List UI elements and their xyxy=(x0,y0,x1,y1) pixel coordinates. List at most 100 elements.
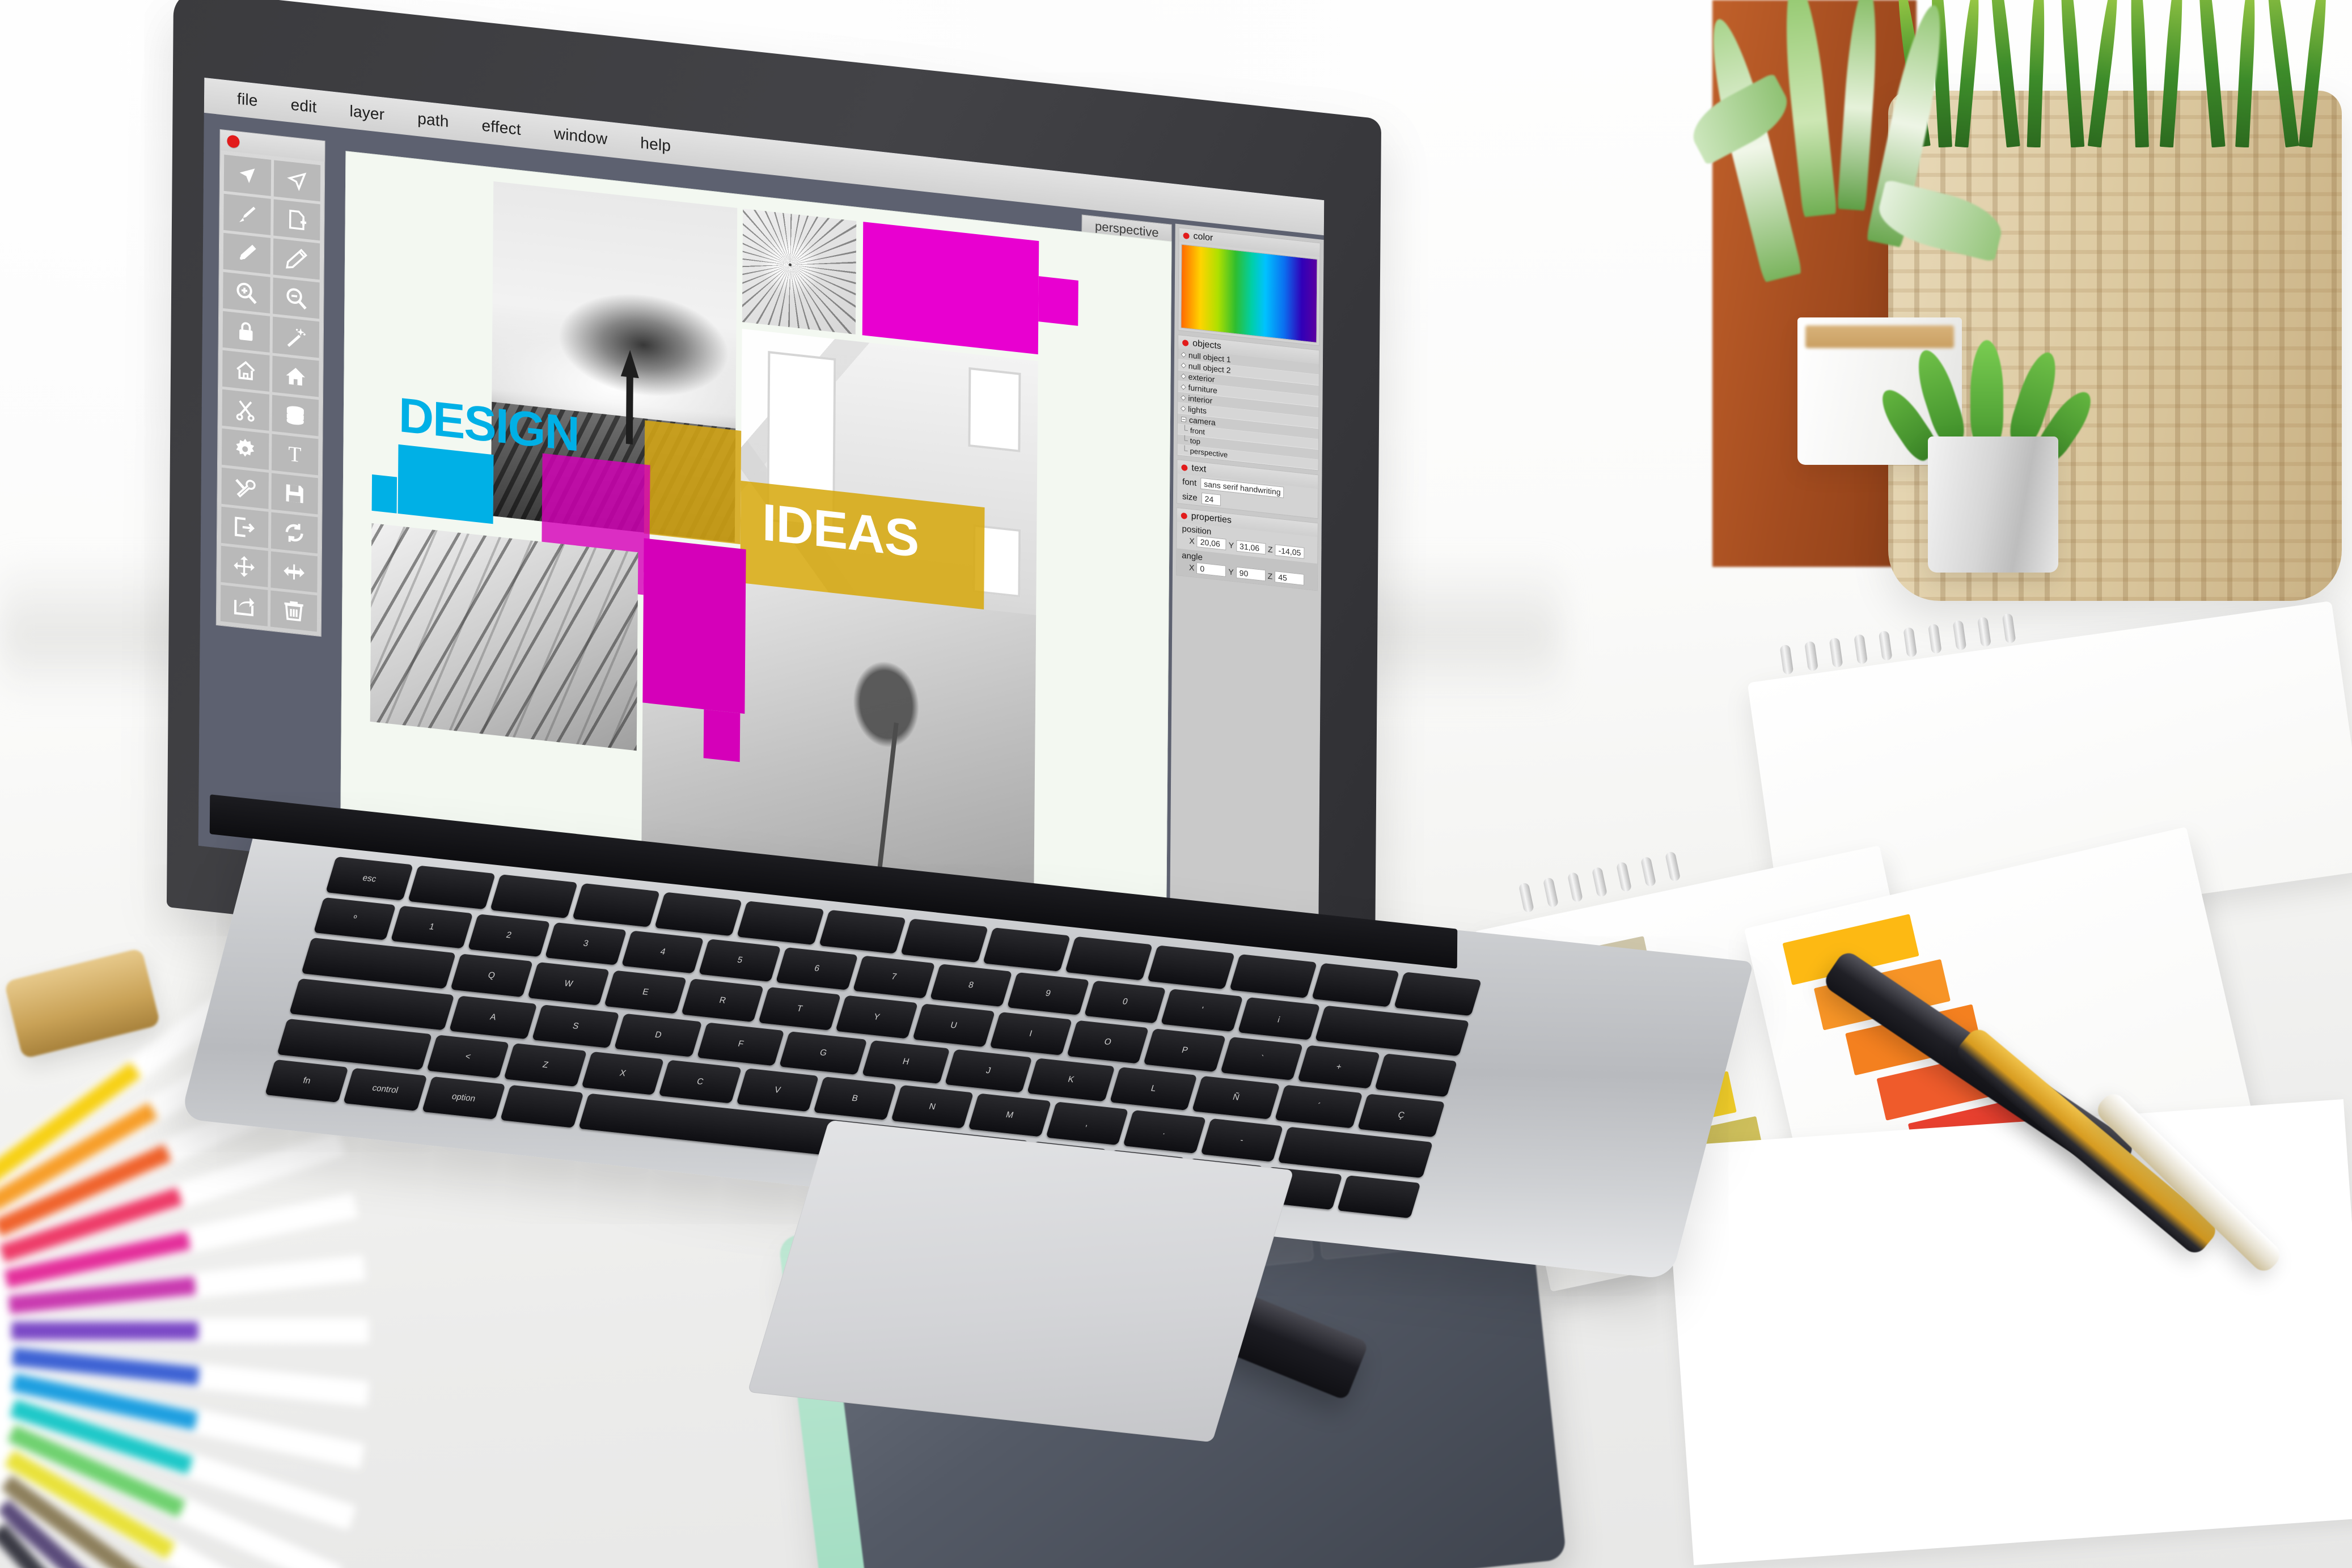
export-icon[interactable] xyxy=(221,506,268,548)
home-filled-icon[interactable] xyxy=(272,355,319,397)
share-icon[interactable] xyxy=(220,584,268,626)
key-n[interactable]: N xyxy=(891,1084,974,1129)
zoom-out-icon[interactable] xyxy=(272,277,320,319)
key-f9[interactable] xyxy=(1065,936,1153,980)
menu-item-effect[interactable]: effect xyxy=(481,116,521,139)
select-arrow-icon[interactable] xyxy=(223,154,271,196)
key-j[interactable]: J xyxy=(944,1049,1033,1093)
key-f8[interactable] xyxy=(983,927,1071,972)
key-apostrophe[interactable]: ' xyxy=(1161,988,1243,1032)
text-tool-icon[interactable]: T xyxy=(271,434,319,476)
key-f11[interactable] xyxy=(1229,954,1318,998)
key-3[interactable]: 3 xyxy=(544,922,627,965)
menu-item-file[interactable]: file xyxy=(237,90,258,110)
close-dot-icon[interactable] xyxy=(227,134,240,149)
key-7[interactable]: 7 xyxy=(852,955,936,999)
key-f10[interactable] xyxy=(1147,945,1236,989)
key-grave[interactable]: ` xyxy=(1220,1037,1304,1080)
resize-horizontal-icon[interactable] xyxy=(270,551,318,593)
key-comma[interactable]: , xyxy=(1046,1101,1129,1145)
expand-bullet-icon[interactable] xyxy=(1181,384,1186,390)
key-5[interactable]: 5 xyxy=(699,938,781,982)
key-f6[interactable] xyxy=(818,909,907,954)
position-z-field[interactable]: -14,05 xyxy=(1275,544,1305,559)
save-floppy-icon[interactable] xyxy=(270,473,318,515)
magenta-rect-large[interactable] xyxy=(862,222,1039,355)
cyan-bar-small[interactable] xyxy=(371,474,397,514)
panel-toggle-dot-icon[interactable] xyxy=(1181,464,1188,471)
key-plus[interactable]: + xyxy=(1297,1045,1381,1088)
key-ccedilla[interactable]: Ç xyxy=(1357,1093,1445,1138)
key-1[interactable]: 1 xyxy=(390,905,473,949)
panel-toggle-dot-icon[interactable] xyxy=(1183,232,1190,239)
zoom-in-icon[interactable] xyxy=(223,272,270,313)
key-q[interactable]: Q xyxy=(450,953,533,997)
expand-bullet-icon[interactable] xyxy=(1181,362,1187,368)
key-f[interactable]: F xyxy=(696,1022,785,1066)
menu-item-edit[interactable]: edit xyxy=(291,96,317,117)
photo-catkin-branch[interactable] xyxy=(370,523,638,751)
trash-icon[interactable] xyxy=(270,590,318,632)
key-6[interactable]: 6 xyxy=(775,947,858,990)
lock-icon[interactable] xyxy=(222,311,270,353)
photo-dandelion[interactable] xyxy=(742,209,857,334)
expand-bullet-icon[interactable] xyxy=(1181,373,1187,379)
key-g[interactable]: G xyxy=(779,1031,868,1075)
key-0[interactable]: 0 xyxy=(1084,980,1167,1024)
move-icon[interactable] xyxy=(221,545,268,587)
key-h[interactable]: H xyxy=(861,1040,950,1084)
key-b[interactable]: B xyxy=(813,1077,896,1120)
menu-item-help[interactable]: help xyxy=(640,134,671,155)
color-spectrum-picker[interactable] xyxy=(1181,244,1318,343)
panel-toggle-dot-icon[interactable] xyxy=(1181,512,1187,519)
cyan-bar-large[interactable] xyxy=(397,444,494,524)
magenta-square-hyacinth[interactable] xyxy=(703,709,741,762)
new-document-icon[interactable] xyxy=(273,199,320,241)
direct-select-arrow-icon[interactable] xyxy=(273,160,321,202)
key-period[interactable]: . xyxy=(1123,1110,1206,1154)
menu-item-path[interactable]: path xyxy=(417,109,449,131)
key-esc[interactable]: esc xyxy=(325,856,413,901)
key-f4[interactable] xyxy=(654,892,742,936)
key-o[interactable]: O xyxy=(1066,1020,1149,1063)
paintbrush-icon[interactable] xyxy=(223,193,271,235)
angle-y-field[interactable]: 90 xyxy=(1236,566,1266,582)
expand-bullet-icon[interactable] xyxy=(1180,405,1186,412)
key-acute[interactable]: ´ xyxy=(1274,1084,1363,1129)
expand-bullet-icon[interactable] xyxy=(1181,351,1187,358)
key-f7[interactable] xyxy=(900,918,989,963)
key-e[interactable]: E xyxy=(604,970,687,1014)
key-k[interactable]: K xyxy=(1027,1057,1115,1102)
key-z[interactable]: Z xyxy=(504,1043,587,1087)
key-inverted-exclamation[interactable]: ¡ xyxy=(1238,997,1321,1040)
marker-pen-icon[interactable] xyxy=(223,232,270,274)
key-x[interactable]: X xyxy=(581,1051,665,1095)
key-a[interactable]: A xyxy=(449,995,538,1040)
key-r[interactable]: R xyxy=(681,978,764,1022)
position-y-field[interactable]: 31,06 xyxy=(1236,540,1266,555)
key-8[interactable]: 8 xyxy=(929,963,1013,1007)
magic-wand-icon[interactable] xyxy=(272,316,320,358)
tools-wrench-icon[interactable] xyxy=(221,467,269,509)
key-d[interactable]: D xyxy=(614,1013,703,1057)
key-f1[interactable] xyxy=(408,865,496,909)
panel-toggle-dot-icon[interactable] xyxy=(1182,339,1189,346)
key-option-left[interactable]: option xyxy=(421,1076,506,1120)
magenta-rect-small[interactable] xyxy=(1038,276,1078,326)
key-fn[interactable]: fn xyxy=(265,1059,349,1103)
key-w[interactable]: W xyxy=(527,961,610,1006)
key-f5[interactable] xyxy=(736,901,824,945)
size-field[interactable]: 24 xyxy=(1201,492,1221,506)
gear-icon[interactable] xyxy=(221,428,269,470)
key-control[interactable]: control xyxy=(343,1067,428,1111)
key-enye[interactable]: Ñ xyxy=(1192,1075,1280,1120)
key-u[interactable]: U xyxy=(912,1003,995,1047)
position-x-field[interactable]: 20,06 xyxy=(1196,536,1226,550)
refresh-icon[interactable] xyxy=(270,512,318,554)
expand-bullet-icon[interactable] xyxy=(1180,395,1186,401)
key-t[interactable]: T xyxy=(758,986,841,1031)
key-less-than[interactable]: < xyxy=(426,1035,510,1078)
scissors-icon[interactable] xyxy=(222,389,269,431)
key-f12[interactable] xyxy=(1312,963,1399,1007)
key-2[interactable]: 2 xyxy=(467,913,551,957)
